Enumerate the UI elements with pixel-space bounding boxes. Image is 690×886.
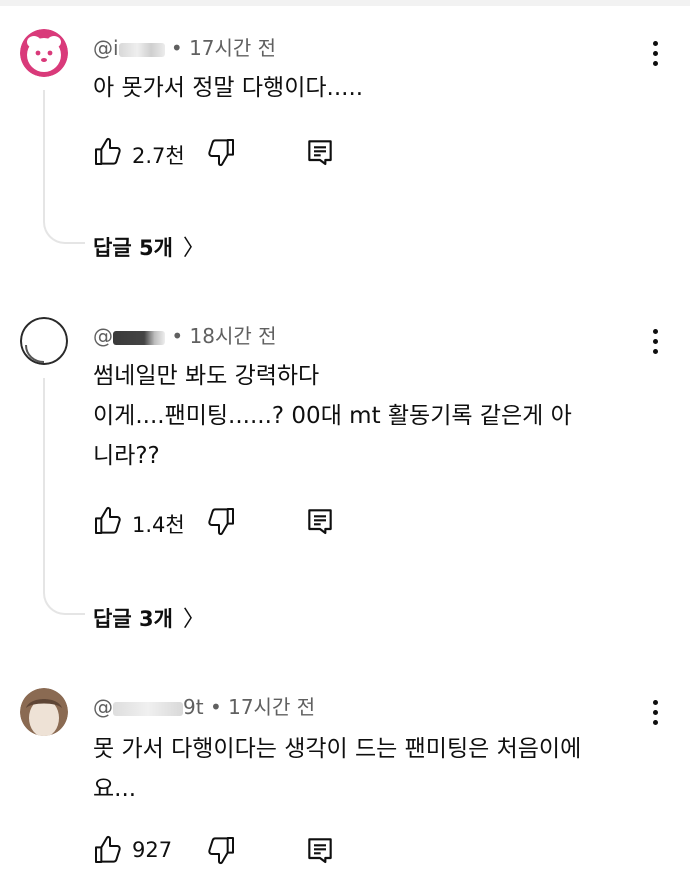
avatar-image [20,317,68,365]
dislike-button[interactable] [205,834,237,868]
author-handle-suffix[interactable]: 9t [183,695,204,719]
redacted-handle [113,701,183,716]
reply-thread-line [43,90,85,244]
comment-text: 썸네일만 봐도 강력하다 이게....팬미팅......? 00대 mt 활동기… [93,356,653,476]
dislike-button[interactable] [205,136,237,170]
comment-line: 니라?? [93,443,160,469]
avatar-image [20,688,68,736]
like-count: 2.7천 [132,144,185,168]
timestamp[interactable]: 17시간 전 [189,36,276,60]
like-button[interactable]: 1.4천 [92,505,192,539]
author-handle[interactable]: @ [93,695,113,719]
reply-icon [308,140,332,166]
thumb-down-icon [208,139,234,167]
like-button[interactable]: 927 [92,834,192,868]
separator: • [170,36,183,60]
reply-icon [308,838,332,864]
separator: • [171,324,184,348]
separator: • [209,695,222,719]
replies-label: 답글 3개 [93,607,173,631]
top-divider [0,0,690,6]
comment-line: 아 못가서 정말 다행이다..... [93,75,364,101]
timestamp[interactable]: 18시간 전 [190,324,277,348]
comment-meta: @i • 17시간 전 [93,32,276,61]
comment-meta: @ • 18시간 전 [93,320,277,349]
avatar[interactable] [20,688,68,736]
avatar-image [20,29,68,77]
redacted-handle [113,330,165,345]
comment-text: 못 가서 다행이다는 생각이 드는 팬미팅은 처음이에 요... [93,729,653,809]
chevron-right-icon: 〉 [182,236,205,261]
reply-icon [308,509,332,535]
avatar[interactable] [20,29,68,77]
comment-line: 썸네일만 봐도 강력하다 [93,363,320,389]
comment-line: 이게....팬미팅......? 00대 mt 활동기록 같은게 아 [93,403,572,429]
thumb-up-icon [95,506,121,534]
reply-button[interactable] [304,505,336,539]
comment-text: 아 못가서 정말 다행이다..... [93,68,653,108]
reply-thread-line [43,378,85,615]
more-vert-icon[interactable] [645,697,665,733]
redacted-handle [118,42,165,57]
view-replies-button[interactable]: 답글 5개 〉 [93,230,205,262]
thumb-down-icon [208,837,234,865]
avatar[interactable] [20,317,68,365]
comment-meta: @9t • 17시간 전 [93,691,315,720]
thumb-down-icon [208,508,234,536]
timestamp[interactable]: 17시간 전 [228,695,315,719]
comment-line: 요... [93,776,137,802]
dislike-button[interactable] [205,505,237,539]
comment-line: 못 가서 다행이다는 생각이 드는 팬미팅은 처음이에 [93,736,582,762]
thumb-up-icon [95,137,121,165]
reply-button[interactable] [304,136,336,170]
chevron-right-icon: 〉 [182,607,205,632]
replies-label: 답글 5개 [93,236,173,260]
reply-button[interactable] [304,834,336,868]
author-handle[interactable]: @ [93,324,113,348]
thumb-up-icon [95,835,121,863]
like-count: 927 [132,838,173,862]
like-button[interactable]: 2.7천 [92,136,192,170]
view-replies-button[interactable]: 답글 3개 〉 [93,601,205,633]
like-count: 1.4천 [132,513,185,537]
author-handle[interactable]: @i [93,36,119,60]
